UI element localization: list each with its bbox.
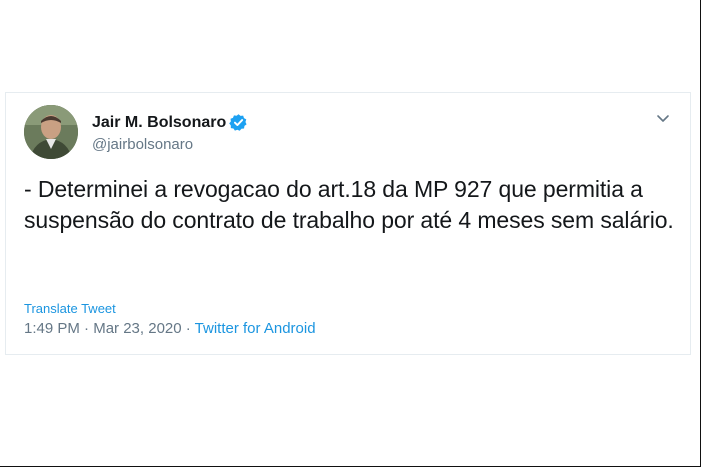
tweet-card: Jair M. Bolsonaro @jairbolsonaro - Deter… xyxy=(5,92,691,355)
meta-separator: · xyxy=(181,320,195,337)
translate-tweet-link[interactable]: Translate Tweet xyxy=(24,301,116,316)
tweet-date[interactable]: Mar 23, 2020 xyxy=(93,320,181,337)
tweet-source-link[interactable]: Twitter for Android xyxy=(195,320,316,337)
avatar[interactable] xyxy=(24,105,78,159)
tweet-text: - Determinei a revogacao do art.18 da MP… xyxy=(24,176,674,233)
screenshot-frame: Jair M. Bolsonaro @jairbolsonaro - Deter… xyxy=(0,0,701,467)
author-name-row: Jair M. Bolsonaro xyxy=(92,113,248,132)
tweet-metadata: 1:49 PM · Mar 23, 2020 · Twitter for And… xyxy=(24,320,316,337)
chevron-down-icon[interactable] xyxy=(654,109,672,127)
author-display-name[interactable]: Jair M. Bolsonaro xyxy=(92,114,226,132)
avatar-image xyxy=(24,105,78,159)
verified-badge-icon xyxy=(229,113,248,132)
meta-separator: · xyxy=(79,320,94,337)
author-handle[interactable]: @jairbolsonaro xyxy=(92,136,193,153)
tweet-time[interactable]: 1:49 PM xyxy=(24,320,80,337)
